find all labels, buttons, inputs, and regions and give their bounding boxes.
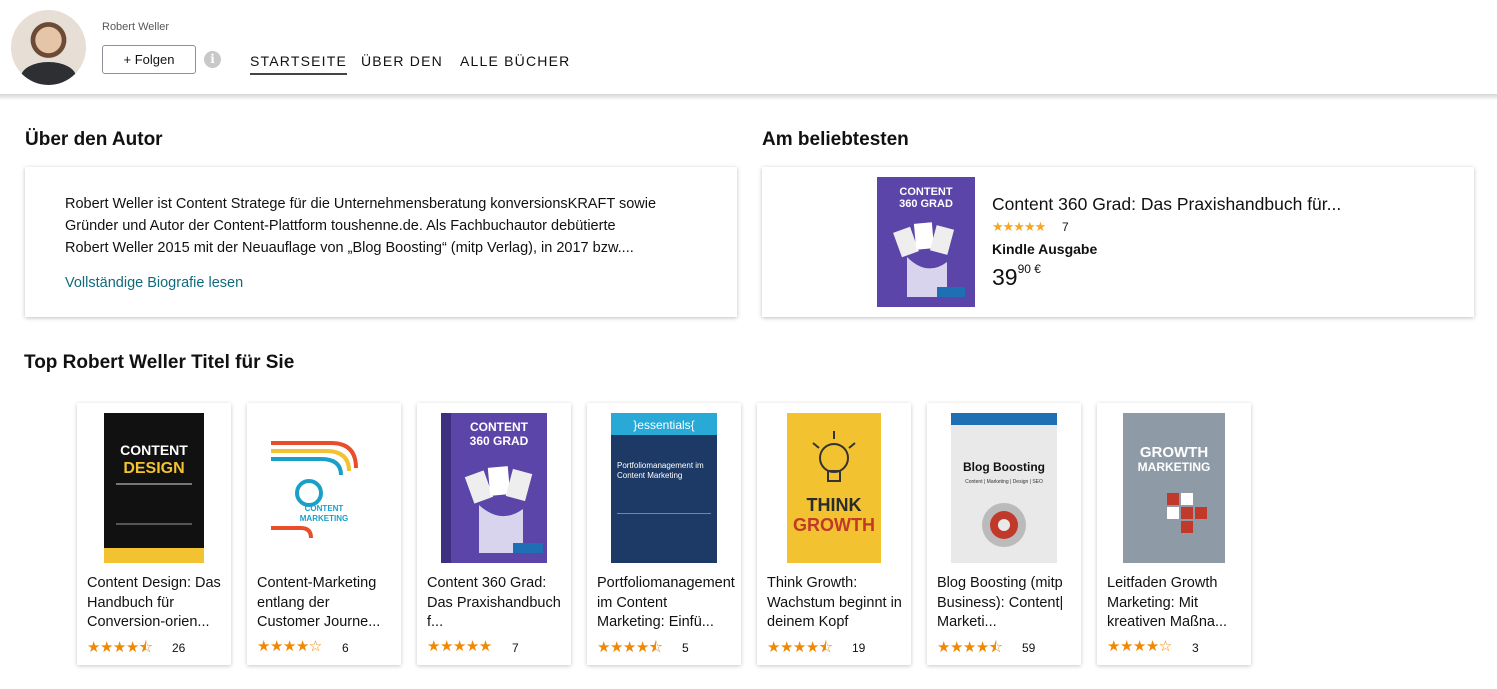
bio-line: Robert Weller ist Content Stratege für d… bbox=[65, 196, 657, 212]
star-rating-icon[interactable]: ★★★★⯪ bbox=[767, 637, 833, 662]
book-tile[interactable]: CONTENT 360 GRAD Content 360 Grad: Das P… bbox=[417, 403, 571, 665]
info-icon[interactable]: i bbox=[204, 51, 221, 68]
cover-text: }essentials{ bbox=[633, 418, 694, 432]
about-heading: Über den Autor bbox=[25, 129, 163, 150]
book-cover[interactable]: GROWTH MARKETING bbox=[1121, 413, 1227, 563]
review-count[interactable]: 6 bbox=[342, 641, 349, 655]
book-tile[interactable]: Blog Boosting Content | Marketing | Desi… bbox=[927, 403, 1081, 665]
star-rating-icon[interactable]: ★★★★☆ bbox=[257, 637, 322, 655]
book-cover[interactable]: THINK GROWTH bbox=[781, 413, 887, 563]
book-tile[interactable]: GROWTH MARKETING Leitfaden Growth Market… bbox=[1097, 403, 1251, 665]
cover-text: 360 GRAD bbox=[899, 198, 953, 210]
bio-line: Robert Weller 2015 mit der Neuauflage vo… bbox=[65, 240, 634, 256]
author-header: Robert Weller + Folgen i STARTSEITE ÜBER… bbox=[0, 0, 1497, 94]
book-format[interactable]: Kindle Ausgabe bbox=[992, 241, 1097, 257]
review-count[interactable]: 26 bbox=[172, 641, 185, 655]
book-title[interactable]: Think Growth: Wachstum beginnt in deinem… bbox=[767, 574, 905, 633]
tab-startseite[interactable]: STARTSEITE bbox=[250, 53, 348, 75]
book-tile[interactable]: }essentials{ Portfoliomanagement im Cont… bbox=[587, 403, 741, 665]
book-title[interactable]: Content-Marketing entlang der Customer J… bbox=[257, 574, 395, 633]
cover-text: CONTENT bbox=[305, 504, 344, 513]
book-title[interactable]: Leitfaden Growth Marketing: Mit kreative… bbox=[1107, 574, 1245, 633]
cover-text: Portfoliomanagement im Content Marketing bbox=[617, 461, 704, 480]
cover-text: 360 GRAD bbox=[470, 434, 529, 448]
tab-alle-buecher[interactable]: ALLE BÜCHER bbox=[460, 53, 570, 69]
book-tile[interactable]: CONTENT DESIGN Content Design: Das Handb… bbox=[77, 403, 231, 665]
cover-text: Blog Boosting bbox=[963, 460, 1045, 474]
cover-text: THINK bbox=[807, 495, 862, 515]
full-biography-link[interactable]: Vollständige Biografie lesen bbox=[65, 275, 243, 291]
cover-text: MARKETING bbox=[300, 514, 348, 523]
cover-text: GROWTH bbox=[793, 515, 875, 535]
cover-text: MARKETING bbox=[1138, 460, 1211, 474]
cover-text: CONTENT bbox=[120, 442, 188, 458]
book-title[interactable]: Content Design: Das Handbuch für Convers… bbox=[87, 574, 225, 633]
tab-ueber-den[interactable]: ÜBER DEN bbox=[361, 53, 443, 69]
star-rating-icon[interactable]: ★★★★★ bbox=[427, 637, 492, 655]
star-rating-icon[interactable]: ★★★★⯪ bbox=[87, 637, 153, 662]
about-card: Robert Weller ist Content Stratege für d… bbox=[25, 167, 737, 317]
popular-book-title[interactable]: Content 360 Grad: Das Praxishandbuch für… bbox=[992, 194, 1341, 215]
author-name: Robert Weller bbox=[102, 21, 170, 33]
book-tile[interactable]: CONTENT MARKETING Content-Marketing entl… bbox=[247, 403, 401, 665]
top-titles-heading: Top Robert Weller Titel für Sie bbox=[24, 352, 295, 373]
popular-heading: Am beliebtesten bbox=[762, 129, 909, 150]
review-count[interactable]: 7 bbox=[1062, 220, 1069, 234]
star-rating-icon[interactable]: ★★★★★ bbox=[992, 219, 1046, 235]
book-title[interactable]: Blog Boosting (mitp Business): Content| … bbox=[937, 574, 1075, 633]
book-cover[interactable]: }essentials{ Portfoliomanagement im Cont… bbox=[611, 413, 717, 563]
author-avatar[interactable] bbox=[11, 10, 86, 85]
book-cover[interactable]: CONTENT MARKETING bbox=[271, 413, 377, 563]
popular-book-cover[interactable]: CONTENT 360 GRAD bbox=[877, 177, 975, 307]
review-count[interactable]: 19 bbox=[852, 641, 865, 655]
book-cover[interactable]: Blog Boosting Content | Marketing | Desi… bbox=[951, 413, 1057, 563]
price-whole: 39 bbox=[992, 264, 1018, 290]
price-fraction: 90 bbox=[1017, 262, 1031, 276]
cover-text: DESIGN bbox=[123, 460, 184, 477]
book-title[interactable]: Portfoliomanagement im Content Marketing… bbox=[597, 574, 735, 633]
book-price: 3990 € bbox=[992, 262, 1041, 291]
book-title[interactable]: Content 360 Grad: Das Praxishandbuch f..… bbox=[427, 574, 565, 633]
follow-button[interactable]: + Folgen bbox=[102, 45, 196, 74]
book-tile[interactable]: THINK GROWTH Think Growth: Wachstum begi… bbox=[757, 403, 911, 665]
cover-text: Content | Marketing | Design | SEO bbox=[965, 479, 1043, 485]
price-currency: € bbox=[1034, 262, 1041, 276]
bio-line: Gründer und Autor der Content-Plattform … bbox=[65, 218, 616, 234]
cover-text: CONTENT bbox=[470, 420, 529, 434]
avatar-shirt bbox=[21, 62, 76, 85]
cover-text: CONTENT bbox=[899, 186, 952, 198]
book-cover[interactable]: CONTENT 360 GRAD bbox=[441, 413, 547, 563]
review-count[interactable]: 59 bbox=[1022, 641, 1035, 655]
popular-card: CONTENT 360 GRAD Content 360 Grad: Das P… bbox=[762, 167, 1474, 317]
star-rating-icon[interactable]: ★★★★⯪ bbox=[597, 637, 663, 662]
star-rating-icon[interactable]: ★★★★☆ bbox=[1107, 637, 1172, 655]
header-divider bbox=[0, 94, 1497, 100]
review-count[interactable]: 7 bbox=[512, 641, 519, 655]
review-count[interactable]: 5 bbox=[682, 641, 689, 655]
star-rating-icon[interactable]: ★★★★⯪ bbox=[937, 637, 1003, 662]
author-bio: Robert Weller ist Content Stratege für d… bbox=[65, 193, 705, 259]
review-count[interactable]: 3 bbox=[1192, 641, 1199, 655]
cover-text: GROWTH bbox=[1140, 444, 1208, 461]
book-cover[interactable]: CONTENT DESIGN bbox=[101, 413, 207, 563]
